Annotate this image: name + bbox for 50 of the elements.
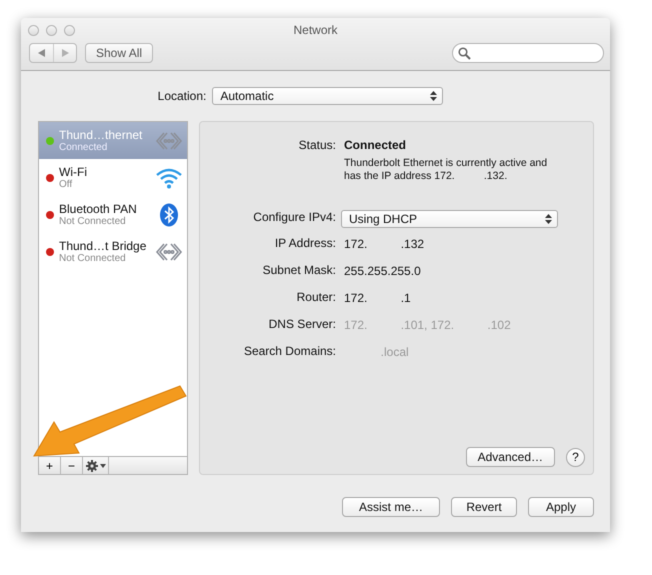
minimize-button[interactable] [46, 24, 57, 36]
close-button[interactable] [28, 24, 39, 36]
service-status: Not Connected [59, 252, 127, 264]
service-item[interactable]: Bluetooth PAN Not Connected [39, 196, 187, 233]
search-icon [458, 46, 471, 60]
footer-button[interactable]: Apply [528, 497, 594, 517]
configure-value: Using DHCP [349, 212, 418, 226]
service-status: Not Connected [59, 216, 127, 228]
advanced-button[interactable]: Advanced… [466, 447, 555, 467]
up-down-arrows-icon [545, 214, 552, 224]
field-value: 172. .1 [344, 290, 412, 304]
service-name: Thund…thernet [59, 128, 144, 142]
left-triangle-icon [37, 48, 46, 58]
remove-button[interactable]: − [61, 457, 83, 474]
field-label: Status: [298, 138, 336, 153]
footer-button[interactable]: Revert [451, 497, 517, 517]
zoom-button[interactable] [64, 24, 75, 36]
location-popup[interactable]: Automatic [212, 87, 444, 105]
location-label: Location: [158, 89, 206, 103]
field-label: Router: [296, 289, 336, 306]
right-triangle-icon [60, 48, 70, 58]
field-label: IP Address: [274, 235, 336, 252]
field-value: .local [380, 344, 410, 358]
field-value: 172. .101, 172. .102 [344, 318, 512, 332]
add-button[interactable]: + [39, 457, 61, 474]
field-value: 172. .132 [344, 236, 426, 250]
status-value: Connected [344, 138, 408, 153]
service-item[interactable]: Wi-Fi Off [39, 159, 187, 196]
configure-popup[interactable]: Using DHCP [341, 210, 558, 228]
up-down-arrows-icon [430, 91, 438, 101]
search-field[interactable] [452, 43, 604, 63]
field-value: 255.255.255.0 [344, 264, 422, 278]
location-value: Automatic [220, 89, 274, 103]
service-item[interactable]: Thund…t Bridge Not Connected [39, 233, 187, 270]
service-name: Wi-Fi [59, 164, 88, 178]
window-title: Network [292, 23, 338, 37]
action-menu-button[interactable] [83, 457, 109, 474]
footer-button[interactable]: Assist me… [342, 497, 440, 517]
service-name: Bluetooth PAN [59, 202, 138, 216]
field-label: Subnet Mask: [262, 262, 336, 279]
field-label: Configure IPv4: [252, 209, 336, 226]
help-button[interactable]: ? [566, 448, 585, 466]
show-all-button[interactable]: Show All [85, 43, 154, 63]
gear-icon [86, 460, 106, 472]
field-label: DNS Server: [268, 316, 336, 333]
service-status: Off [59, 178, 74, 190]
service-name: Thund…t Bridge [59, 238, 148, 252]
status-description: Thunderbolt Ethernet is currently active and has the IP address 172. .132. [344, 157, 548, 183]
service-status: Connected [59, 142, 108, 154]
field-label: Search Domains: [242, 343, 336, 360]
